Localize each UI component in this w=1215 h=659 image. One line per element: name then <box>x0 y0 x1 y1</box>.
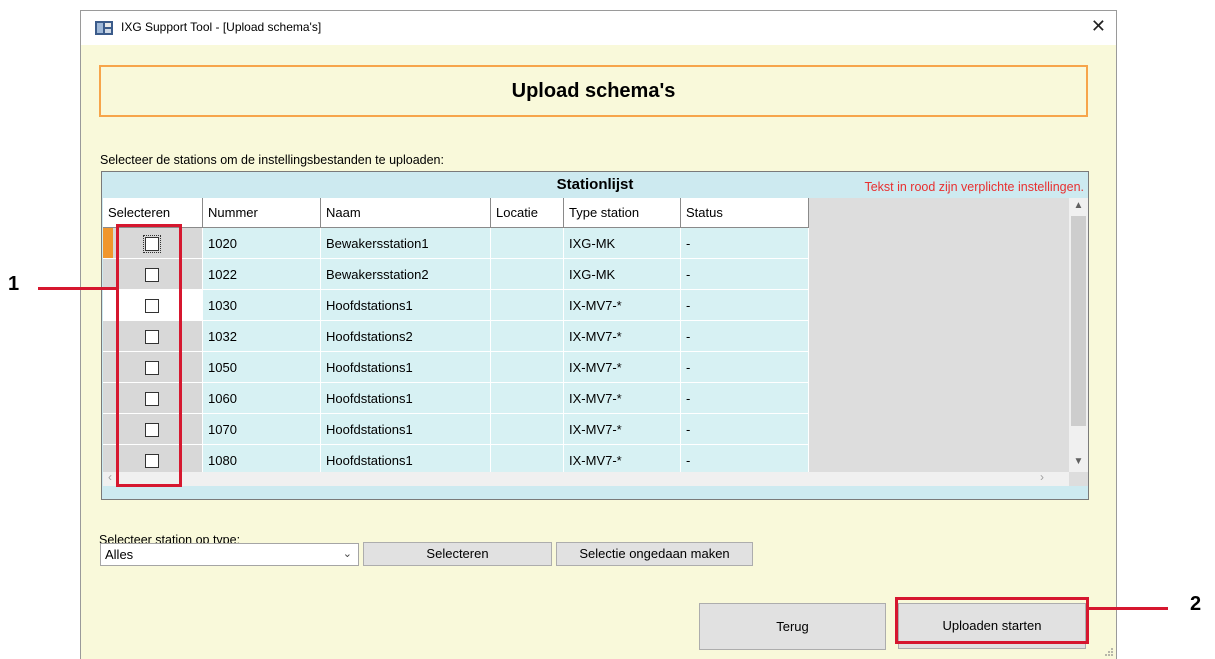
column-header-select[interactable]: Selecteren <box>103 198 203 227</box>
name-cell: Bewakersstation2 <box>321 259 491 290</box>
callout-2-leader <box>1089 607 1168 610</box>
column-header-status[interactable]: Status <box>681 198 809 227</box>
type-filter-value: Alles <box>105 547 134 562</box>
scroll-down-icon[interactable]: ▼ <box>1069 456 1088 467</box>
chevron-down-icon[interactable]: ⌄ <box>343 544 352 565</box>
title-bar: IXG Support Tool - [Upload schema's] ✕ <box>81 11 1116 45</box>
location-cell <box>491 290 564 321</box>
vertical-scrollbar[interactable]: ▲ ▼ <box>1069 198 1088 472</box>
type-cell: IX-MV7-* <box>564 290 681 321</box>
type-cell: IX-MV7-* <box>564 414 681 445</box>
horizontal-scrollbar[interactable]: ‹ › <box>103 470 1069 486</box>
type-cell: IX-MV7-* <box>564 321 681 352</box>
app-icon <box>95 21 113 35</box>
deselect-button[interactable]: Selectie ongedaan maken <box>556 542 753 566</box>
scroll-thumb[interactable] <box>1071 216 1086 426</box>
number-cell: 1070 <box>203 414 321 445</box>
callout-2-frame <box>895 597 1089 644</box>
location-cell <box>491 414 564 445</box>
window-title: IXG Support Tool - [Upload schema's] <box>121 20 322 34</box>
page-header: Upload schema's <box>99 65 1088 117</box>
callout-1-frame <box>116 224 182 487</box>
callout-1-leader <box>38 287 117 290</box>
station-grid[interactable]: Selecteren Nummer Naam Locatie Type stat… <box>103 198 1088 486</box>
grid-body: 1020 Bewakersstation1 IXG-MK -1022 Bewakerss… <box>103 228 809 486</box>
station-list-panel: Stationlijst Tekst in rood zijn verplich… <box>101 171 1089 500</box>
location-cell <box>491 383 564 414</box>
grid-header: Selecteren Nummer Naam Locatie Type stat… <box>103 198 809 228</box>
status-cell: - <box>681 321 809 352</box>
location-cell <box>491 228 564 259</box>
callout-1-number: 1 <box>8 273 20 295</box>
name-cell: Bewakersstation1 <box>321 228 491 259</box>
status-cell: - <box>681 290 809 321</box>
scroll-up-icon[interactable]: ▲ <box>1069 200 1088 211</box>
name-cell: Hoofdstations1 <box>321 414 491 445</box>
page-title: Upload schema's <box>511 79 676 102</box>
table-row[interactable]: 1030 Hoofdstations1 IX-MV7-* - <box>103 290 809 321</box>
scroll-right-icon[interactable]: › <box>1040 470 1044 484</box>
name-cell: Hoofdstations1 <box>321 290 491 321</box>
location-cell <box>491 259 564 290</box>
callout-2-number: 2 <box>1190 593 1202 615</box>
column-header-number[interactable]: Nummer <box>203 198 321 227</box>
table-row[interactable]: 1070 Hoofdstations1 IX-MV7-* - <box>103 414 809 445</box>
name-cell: Hoofdstations1 <box>321 383 491 414</box>
number-cell: 1060 <box>203 383 321 414</box>
column-header-type[interactable]: Type station <box>564 198 681 227</box>
status-cell: - <box>681 228 809 259</box>
location-cell <box>491 321 564 352</box>
number-cell: 1032 <box>203 321 321 352</box>
type-cell: IX-MV7-* <box>564 383 681 414</box>
column-header-location[interactable]: Locatie <box>491 198 564 227</box>
table-row[interactable]: 1060 Hoofdstations1 IX-MV7-* - <box>103 383 809 414</box>
number-cell: 1022 <box>203 259 321 290</box>
table-row[interactable]: 1022 Bewakersstation2 IXG-MK - <box>103 259 809 290</box>
status-cell: - <box>681 259 809 290</box>
status-cell: - <box>681 414 809 445</box>
type-cell: IX-MV7-* <box>564 352 681 383</box>
resize-grip-icon[interactable] <box>1104 647 1114 657</box>
number-cell: 1050 <box>203 352 321 383</box>
back-button[interactable]: Terug <box>699 603 886 650</box>
number-cell: 1030 <box>203 290 321 321</box>
table-row[interactable]: 1032 Hoofdstations2 IX-MV7-* - <box>103 321 809 352</box>
instruction-text: Selecteer de stations om de instellingsb… <box>100 153 444 167</box>
name-cell: Hoofdstations1 <box>321 352 491 383</box>
type-cell: IXG-MK <box>564 228 681 259</box>
type-cell: IXG-MK <box>564 259 681 290</box>
status-cell: - <box>681 352 809 383</box>
scroll-left-icon[interactable]: ‹ <box>108 470 112 484</box>
column-header-name[interactable]: Naam <box>321 198 491 227</box>
type-filter-dropdown[interactable]: Alles ⌄ <box>100 543 359 566</box>
table-row[interactable]: 1020 Bewakersstation1 IXG-MK - <box>103 228 809 259</box>
app-window: IXG Support Tool - [Upload schema's] ✕ U… <box>80 10 1117 659</box>
required-settings-note: Tekst in rood zijn verplichte instelling… <box>864 180 1084 194</box>
select-button[interactable]: Selecteren <box>363 542 552 566</box>
location-cell <box>491 352 564 383</box>
name-cell: Hoofdstations2 <box>321 321 491 352</box>
status-cell: - <box>681 383 809 414</box>
close-icon[interactable]: ✕ <box>1091 16 1106 37</box>
table-row[interactable]: 1050 Hoofdstations1 IX-MV7-* - <box>103 352 809 383</box>
number-cell: 1020 <box>203 228 321 259</box>
